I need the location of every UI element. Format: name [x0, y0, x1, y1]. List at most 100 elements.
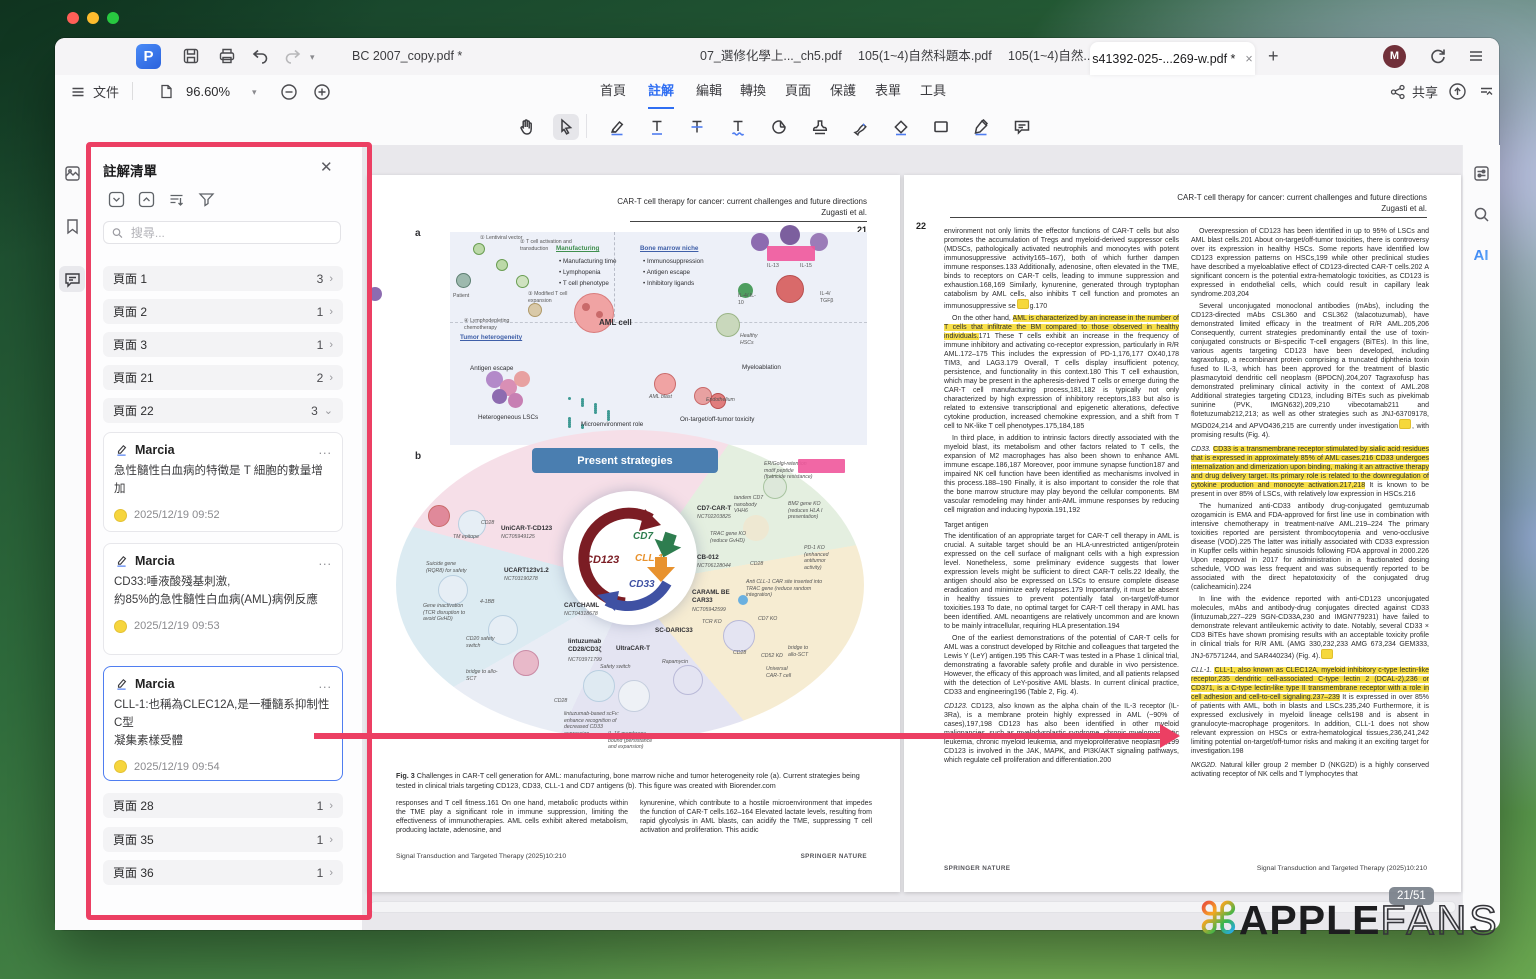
figure-label: • Manufacturing time: [559, 258, 617, 266]
bookmarks-panel-icon[interactable]: [59, 213, 85, 239]
ribbon-tab-頁面[interactable]: 頁面: [785, 75, 811, 107]
zoom-in-icon[interactable]: [313, 83, 331, 101]
signature-tool-icon[interactable]: [968, 114, 994, 140]
redo-icon[interactable]: [283, 46, 303, 66]
eraser-tool-icon[interactable]: [888, 114, 914, 140]
zoom-out-icon[interactable]: [280, 83, 298, 101]
print-icon[interactable]: [217, 46, 237, 66]
figure-label: IL-4/ TGFβ: [820, 291, 844, 304]
figure-label: IL-13: [767, 263, 779, 270]
figure-cell-art: [618, 680, 650, 712]
figure-cell-art: [513, 650, 539, 676]
document-tab[interactable]: 105(1~4)自然科題本.pdf: [858, 38, 992, 75]
body-column: kynurenine, which contribute to a hostil…: [640, 799, 872, 841]
figure-label: Antigen escape: [470, 365, 513, 373]
paragraph: CLL-1. CLL-1, also known as CLEC12A, mye…: [1191, 666, 1429, 756]
document-tab[interactable]: 07_選修化學上..._ch5.pdf: [700, 38, 842, 75]
save-icon[interactable]: [181, 46, 201, 66]
comment-tool-icon[interactable]: [1009, 114, 1035, 140]
main-menu-icon[interactable]: [1466, 46, 1486, 66]
figure-label: AML blast: [649, 394, 672, 401]
document-tab-active[interactable]: s41392-025-...269-w.pdf * ×: [1090, 42, 1255, 75]
figure-label: ④ Lymphodepleting chemotherapy: [464, 318, 526, 331]
squiggly-tool-icon[interactable]: [725, 114, 751, 140]
note-annotation-icon[interactable]: [1321, 649, 1333, 659]
rectangle-tool-icon[interactable]: [928, 114, 954, 140]
pink-highlight-mark: [767, 246, 815, 261]
active-tab-label: s41392-025-...269-w.pdf *: [1092, 52, 1235, 66]
undo-icon[interactable]: [250, 46, 270, 66]
annotations-panel-icon[interactable]: [59, 266, 85, 292]
red-annotation-arrow-head: [1160, 724, 1180, 748]
underline-tool-icon[interactable]: [644, 114, 670, 140]
zoom-level-value[interactable]: 96.60%: [186, 84, 230, 99]
account-avatar[interactable]: M: [1383, 45, 1406, 68]
upload-cloud-icon[interactable]: [1448, 82, 1467, 101]
figure-label: ① Lentiviral vector: [480, 235, 522, 242]
sticker-tool-icon[interactable]: [766, 114, 792, 140]
paragraph: One of the earliest demonstrations of th…: [944, 634, 1179, 697]
stamp-tool-icon[interactable]: [807, 114, 833, 140]
desktop: { "annotation_overlay": {"color": "#ec3f…: [0, 0, 1536, 979]
hand-tool-icon[interactable]: [513, 114, 539, 140]
ink-tool-icon[interactable]: [848, 114, 874, 140]
toolbar: [55, 75, 1499, 109]
ribbon-tab-首頁[interactable]: 首頁: [600, 75, 626, 107]
figure-label: CD28: [733, 650, 746, 657]
figure-label: • Lymphopenia: [559, 269, 601, 277]
collapse-toolbar-icon[interactable]: [1478, 83, 1495, 100]
page-number: 22: [916, 221, 926, 231]
thumbnails-panel-icon[interactable]: [59, 160, 85, 186]
publisher-footer: SPRINGER NATURE: [801, 853, 867, 860]
highlight-tool-icon[interactable]: [604, 114, 630, 140]
select-tool-icon[interactable]: [553, 114, 579, 140]
head-rule: [630, 221, 867, 222]
ribbon-tab-表單[interactable]: 表單: [875, 75, 901, 107]
ai-assistant-button[interactable]: AI: [1468, 242, 1494, 268]
figure-label: AML cell: [599, 318, 632, 328]
redo-dropdown-caret[interactable]: ▾: [310, 52, 315, 63]
figure-caption: Fig. 3 Challenges in CAR-T cell generati…: [396, 771, 872, 790]
ribbon-tab-保護[interactable]: 保護: [830, 75, 856, 107]
figure-label: IL-15: [800, 263, 812, 270]
figure-label: ③ Modified T cell expansion: [528, 291, 574, 304]
search-panel-icon[interactable]: [1468, 201, 1494, 227]
file-menu-button[interactable]: 文件: [70, 82, 119, 101]
figure-label: CARAML BE CAR33: [692, 589, 732, 605]
properties-panel-icon[interactable]: [1468, 160, 1494, 186]
head-rule: [950, 217, 1427, 218]
note-annotation-icon[interactable]: [1017, 299, 1029, 309]
tab-close-icon[interactable]: ×: [1245, 52, 1252, 66]
command-icon: ⌘: [1198, 898, 1239, 942]
strikethrough-tool-icon[interactable]: [684, 114, 710, 140]
page-fit-icon[interactable]: [158, 83, 175, 100]
figure-label: CD28: [554, 698, 567, 705]
document-tab[interactable]: BC 2007_copy.pdf *: [352, 38, 462, 75]
ribbon-tab-工具[interactable]: 工具: [920, 75, 946, 107]
paragraph: CD33. CD33 is a transmembrane receptor s…: [1191, 445, 1429, 499]
zoom-dropdown-caret[interactable]: ▾: [252, 87, 257, 98]
figure-cell-art: [596, 311, 603, 318]
pdf-page-22[interactable]: CAR-T cell therapy for cancer: current c…: [904, 175, 1461, 892]
paragraph: In third place, in addition to intrinsic…: [944, 434, 1179, 515]
sync-icon[interactable]: [1428, 46, 1448, 66]
figure-label: a: [415, 228, 421, 241]
body-column: Overexpression of CD123 has been identif…: [1191, 227, 1429, 855]
figure-label: • Inhibitory ligands: [643, 280, 694, 288]
figure-label: Endothelium: [706, 397, 735, 404]
ribbon-tab-編輯[interactable]: 編輯: [696, 75, 722, 107]
figure-cell-art: [654, 373, 676, 395]
figure-cell-art: [496, 259, 508, 271]
section-heading: Target antigen: [944, 521, 1179, 530]
pdf-page-21[interactable]: CAR-T cell therapy for cancer: current c…: [368, 175, 900, 892]
share-button[interactable]: 共享: [1390, 82, 1438, 101]
journal-footer: Signal Transduction and Targeted Therapy…: [1257, 865, 1427, 872]
note-annotation-icon[interactable]: [1399, 419, 1411, 429]
zoom-window-button[interactable]: [107, 12, 119, 24]
figure-label: TRAC gene KO (reduce GvHD): [710, 531, 754, 544]
new-tab-button[interactable]: +: [1268, 46, 1279, 67]
close-window-button[interactable]: [67, 12, 79, 24]
minimize-window-button[interactable]: [87, 12, 99, 24]
ribbon-tab-註解[interactable]: 註解: [648, 75, 674, 109]
ribbon-tab-轉換[interactable]: 轉換: [740, 75, 766, 107]
